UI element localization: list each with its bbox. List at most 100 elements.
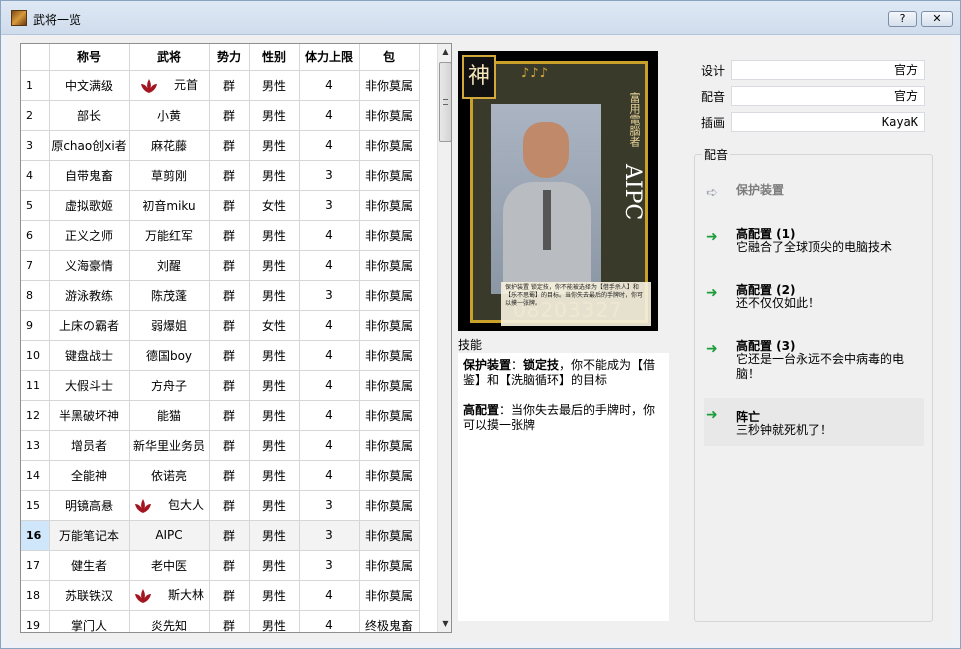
cell-hp[interactable]: 4 bbox=[299, 220, 360, 251]
cell-hp[interactable]: 3 bbox=[299, 490, 360, 521]
cell-kingdom[interactable]: 群 bbox=[209, 250, 250, 281]
cell-title[interactable]: 义海豪情 bbox=[49, 250, 130, 281]
cell-title[interactable]: 万能笔记本 bbox=[49, 520, 130, 551]
voice-field[interactable]: 官方 bbox=[731, 86, 925, 106]
cell-hp[interactable]: 4 bbox=[299, 460, 360, 491]
cell-pack[interactable]: 非你莫属 bbox=[359, 100, 420, 131]
table-row[interactable]: 15 明镜高悬 包大人 群 男性 3 非你莫属 bbox=[21, 490, 420, 521]
cell-kingdom[interactable]: 群 bbox=[209, 400, 250, 431]
scroll-thumb[interactable] bbox=[439, 62, 451, 142]
cell-gender[interactable]: 男性 bbox=[249, 580, 300, 611]
cell-rownum[interactable]: 18 bbox=[21, 580, 50, 611]
cell-hp[interactable]: 3 bbox=[299, 520, 360, 551]
table-row[interactable]: 16 万能笔记本 AIPC 群 男性 3 非你莫属 bbox=[21, 520, 420, 551]
cell-hp[interactable]: 4 bbox=[299, 250, 360, 281]
cell-general[interactable]: 小黄 bbox=[129, 100, 210, 131]
voice-item-config-1[interactable]: ➜ 高配置 (1) 它融合了全球顶尖的电脑技术 bbox=[704, 225, 924, 259]
cell-kingdom[interactable]: 群 bbox=[209, 490, 250, 521]
cell-hp[interactable]: 4 bbox=[299, 130, 360, 161]
scroll-down-arrow-icon[interactable]: ▼ bbox=[438, 616, 451, 632]
cell-kingdom[interactable]: 群 bbox=[209, 190, 250, 221]
cell-pack[interactable]: 非你莫属 bbox=[359, 310, 420, 341]
scroll-up-arrow-icon[interactable]: ▲ bbox=[438, 44, 451, 60]
cell-rownum[interactable]: 1 bbox=[21, 70, 50, 101]
cell-hp[interactable]: 4 bbox=[299, 370, 360, 401]
cell-rownum[interactable]: 19 bbox=[21, 610, 50, 632]
cell-general[interactable]: 包大人 bbox=[129, 490, 210, 521]
voice-item-config-2[interactable]: ➜ 高配置 (2) 还不仅仅如此！ bbox=[704, 281, 924, 315]
cell-kingdom[interactable]: 群 bbox=[209, 310, 250, 341]
cell-hp[interactable]: 4 bbox=[299, 100, 360, 131]
table-row[interactable]: 14 全能神 依诺亮 群 男性 4 非你莫属 bbox=[21, 460, 420, 491]
table-row[interactable]: 6 正义之师 万能红军 群 男性 4 非你莫属 bbox=[21, 220, 420, 251]
cell-kingdom[interactable]: 群 bbox=[209, 280, 250, 311]
cell-kingdom[interactable]: 群 bbox=[209, 100, 250, 131]
header-kingdom[interactable]: 势力 bbox=[209, 44, 250, 71]
cell-general[interactable]: 初音miku bbox=[129, 190, 210, 221]
cell-gender[interactable]: 男性 bbox=[249, 610, 300, 632]
cell-general[interactable]: 新华里业务员 bbox=[129, 430, 210, 461]
cell-pack[interactable]: 非你莫属 bbox=[359, 460, 420, 491]
table-row[interactable]: 13 增员者 新华里业务员 群 男性 4 非你莫属 bbox=[21, 430, 420, 461]
table-row[interactable]: 3 原chao创xi者 麻花藤 群 男性 4 非你莫属 bbox=[21, 130, 420, 161]
cell-general[interactable]: AIPC bbox=[129, 520, 210, 551]
cell-hp[interactable]: 3 bbox=[299, 160, 360, 191]
cell-kingdom[interactable]: 群 bbox=[209, 220, 250, 251]
illustrator-field[interactable]: KayaK bbox=[731, 112, 925, 132]
cell-hp[interactable]: 4 bbox=[299, 310, 360, 341]
cell-rownum[interactable]: 14 bbox=[21, 460, 50, 491]
table-row[interactable]: 19 掌门人 炎先知 群 男性 4 终极鬼畜 bbox=[21, 610, 420, 632]
cell-rownum[interactable]: 13 bbox=[21, 430, 50, 461]
cell-gender[interactable]: 男性 bbox=[249, 550, 300, 581]
cell-title[interactable]: 中文满级 bbox=[49, 70, 130, 101]
header-gender[interactable]: 性别 bbox=[249, 44, 300, 71]
cell-general[interactable]: 依诺亮 bbox=[129, 460, 210, 491]
cell-pack[interactable]: 非你莫属 bbox=[359, 490, 420, 521]
cell-hp[interactable]: 4 bbox=[299, 70, 360, 101]
cell-pack[interactable]: 终极鬼畜 bbox=[359, 610, 420, 632]
design-field[interactable]: 官方 bbox=[731, 60, 925, 80]
cell-title[interactable]: 半黑破坏神 bbox=[49, 400, 130, 431]
cell-title[interactable]: 上床の霸者 bbox=[49, 310, 130, 341]
cell-title[interactable]: 明镜高悬 bbox=[49, 490, 130, 521]
table-row[interactable]: 8 游泳教练 陈茂蓬 群 男性 3 非你莫属 bbox=[21, 280, 420, 311]
header-pack[interactable]: 包 bbox=[359, 44, 420, 71]
cell-gender[interactable]: 男性 bbox=[249, 460, 300, 491]
table-row[interactable]: 11 大假斗士 方舟子 群 男性 4 非你莫属 bbox=[21, 370, 420, 401]
table-row[interactable]: 4 自带鬼畜 草剪刚 群 男性 3 非你莫属 bbox=[21, 160, 420, 191]
cell-pack[interactable]: 非你莫属 bbox=[359, 550, 420, 581]
general-table[interactable]: 称号 武将 势力 性别 体力上限 包 1 中文满级 元首群男性 4 非你莫属 2 部长 小黄群… bbox=[20, 43, 452, 633]
cell-gender[interactable]: 男性 bbox=[249, 370, 300, 401]
cell-rownum[interactable]: 11 bbox=[21, 370, 50, 401]
cell-title[interactable]: 苏联铁汉 bbox=[49, 580, 130, 611]
cell-title[interactable]: 掌门人 bbox=[49, 610, 130, 632]
cell-gender[interactable]: 男性 bbox=[249, 100, 300, 131]
table-row[interactable]: 17 健生者 老中医 群 男性 3 非你莫属 bbox=[21, 550, 420, 581]
cell-hp[interactable]: 4 bbox=[299, 400, 360, 431]
cell-gender[interactable]: 男性 bbox=[249, 340, 300, 371]
cell-general[interactable]: 斯大林 bbox=[129, 580, 210, 611]
cell-pack[interactable]: 非你莫属 bbox=[359, 130, 420, 161]
cell-kingdom[interactable]: 群 bbox=[209, 130, 250, 161]
cell-gender[interactable]: 男性 bbox=[249, 400, 300, 431]
cell-rownum[interactable]: 16 bbox=[21, 520, 50, 551]
cell-general[interactable]: 德国boy bbox=[129, 340, 210, 371]
cell-rownum[interactable]: 5 bbox=[21, 190, 50, 221]
table-row[interactable]: 2 部长 小黄 群 男性 4 非你莫属 bbox=[21, 100, 420, 131]
cell-pack[interactable]: 非你莫属 bbox=[359, 430, 420, 461]
cell-title[interactable]: 增员者 bbox=[49, 430, 130, 461]
header-hp[interactable]: 体力上限 bbox=[299, 44, 360, 71]
help-button[interactable]: ? bbox=[888, 11, 917, 27]
cell-gender[interactable]: 男性 bbox=[249, 130, 300, 161]
cell-title[interactable]: 大假斗士 bbox=[49, 370, 130, 401]
cell-title[interactable]: 部长 bbox=[49, 100, 130, 131]
cell-title[interactable]: 键盘战士 bbox=[49, 340, 130, 371]
cell-rownum[interactable]: 9 bbox=[21, 310, 50, 341]
cell-general[interactable]: 能猫 bbox=[129, 400, 210, 431]
cell-gender[interactable]: 女性 bbox=[249, 310, 300, 341]
cell-title[interactable]: 自带鬼畜 bbox=[49, 160, 130, 191]
cell-hp[interactable]: 4 bbox=[299, 430, 360, 461]
cell-hp[interactable]: 3 bbox=[299, 550, 360, 581]
cell-gender[interactable]: 男性 bbox=[249, 430, 300, 461]
cell-general[interactable]: 炎先知 bbox=[129, 610, 210, 632]
